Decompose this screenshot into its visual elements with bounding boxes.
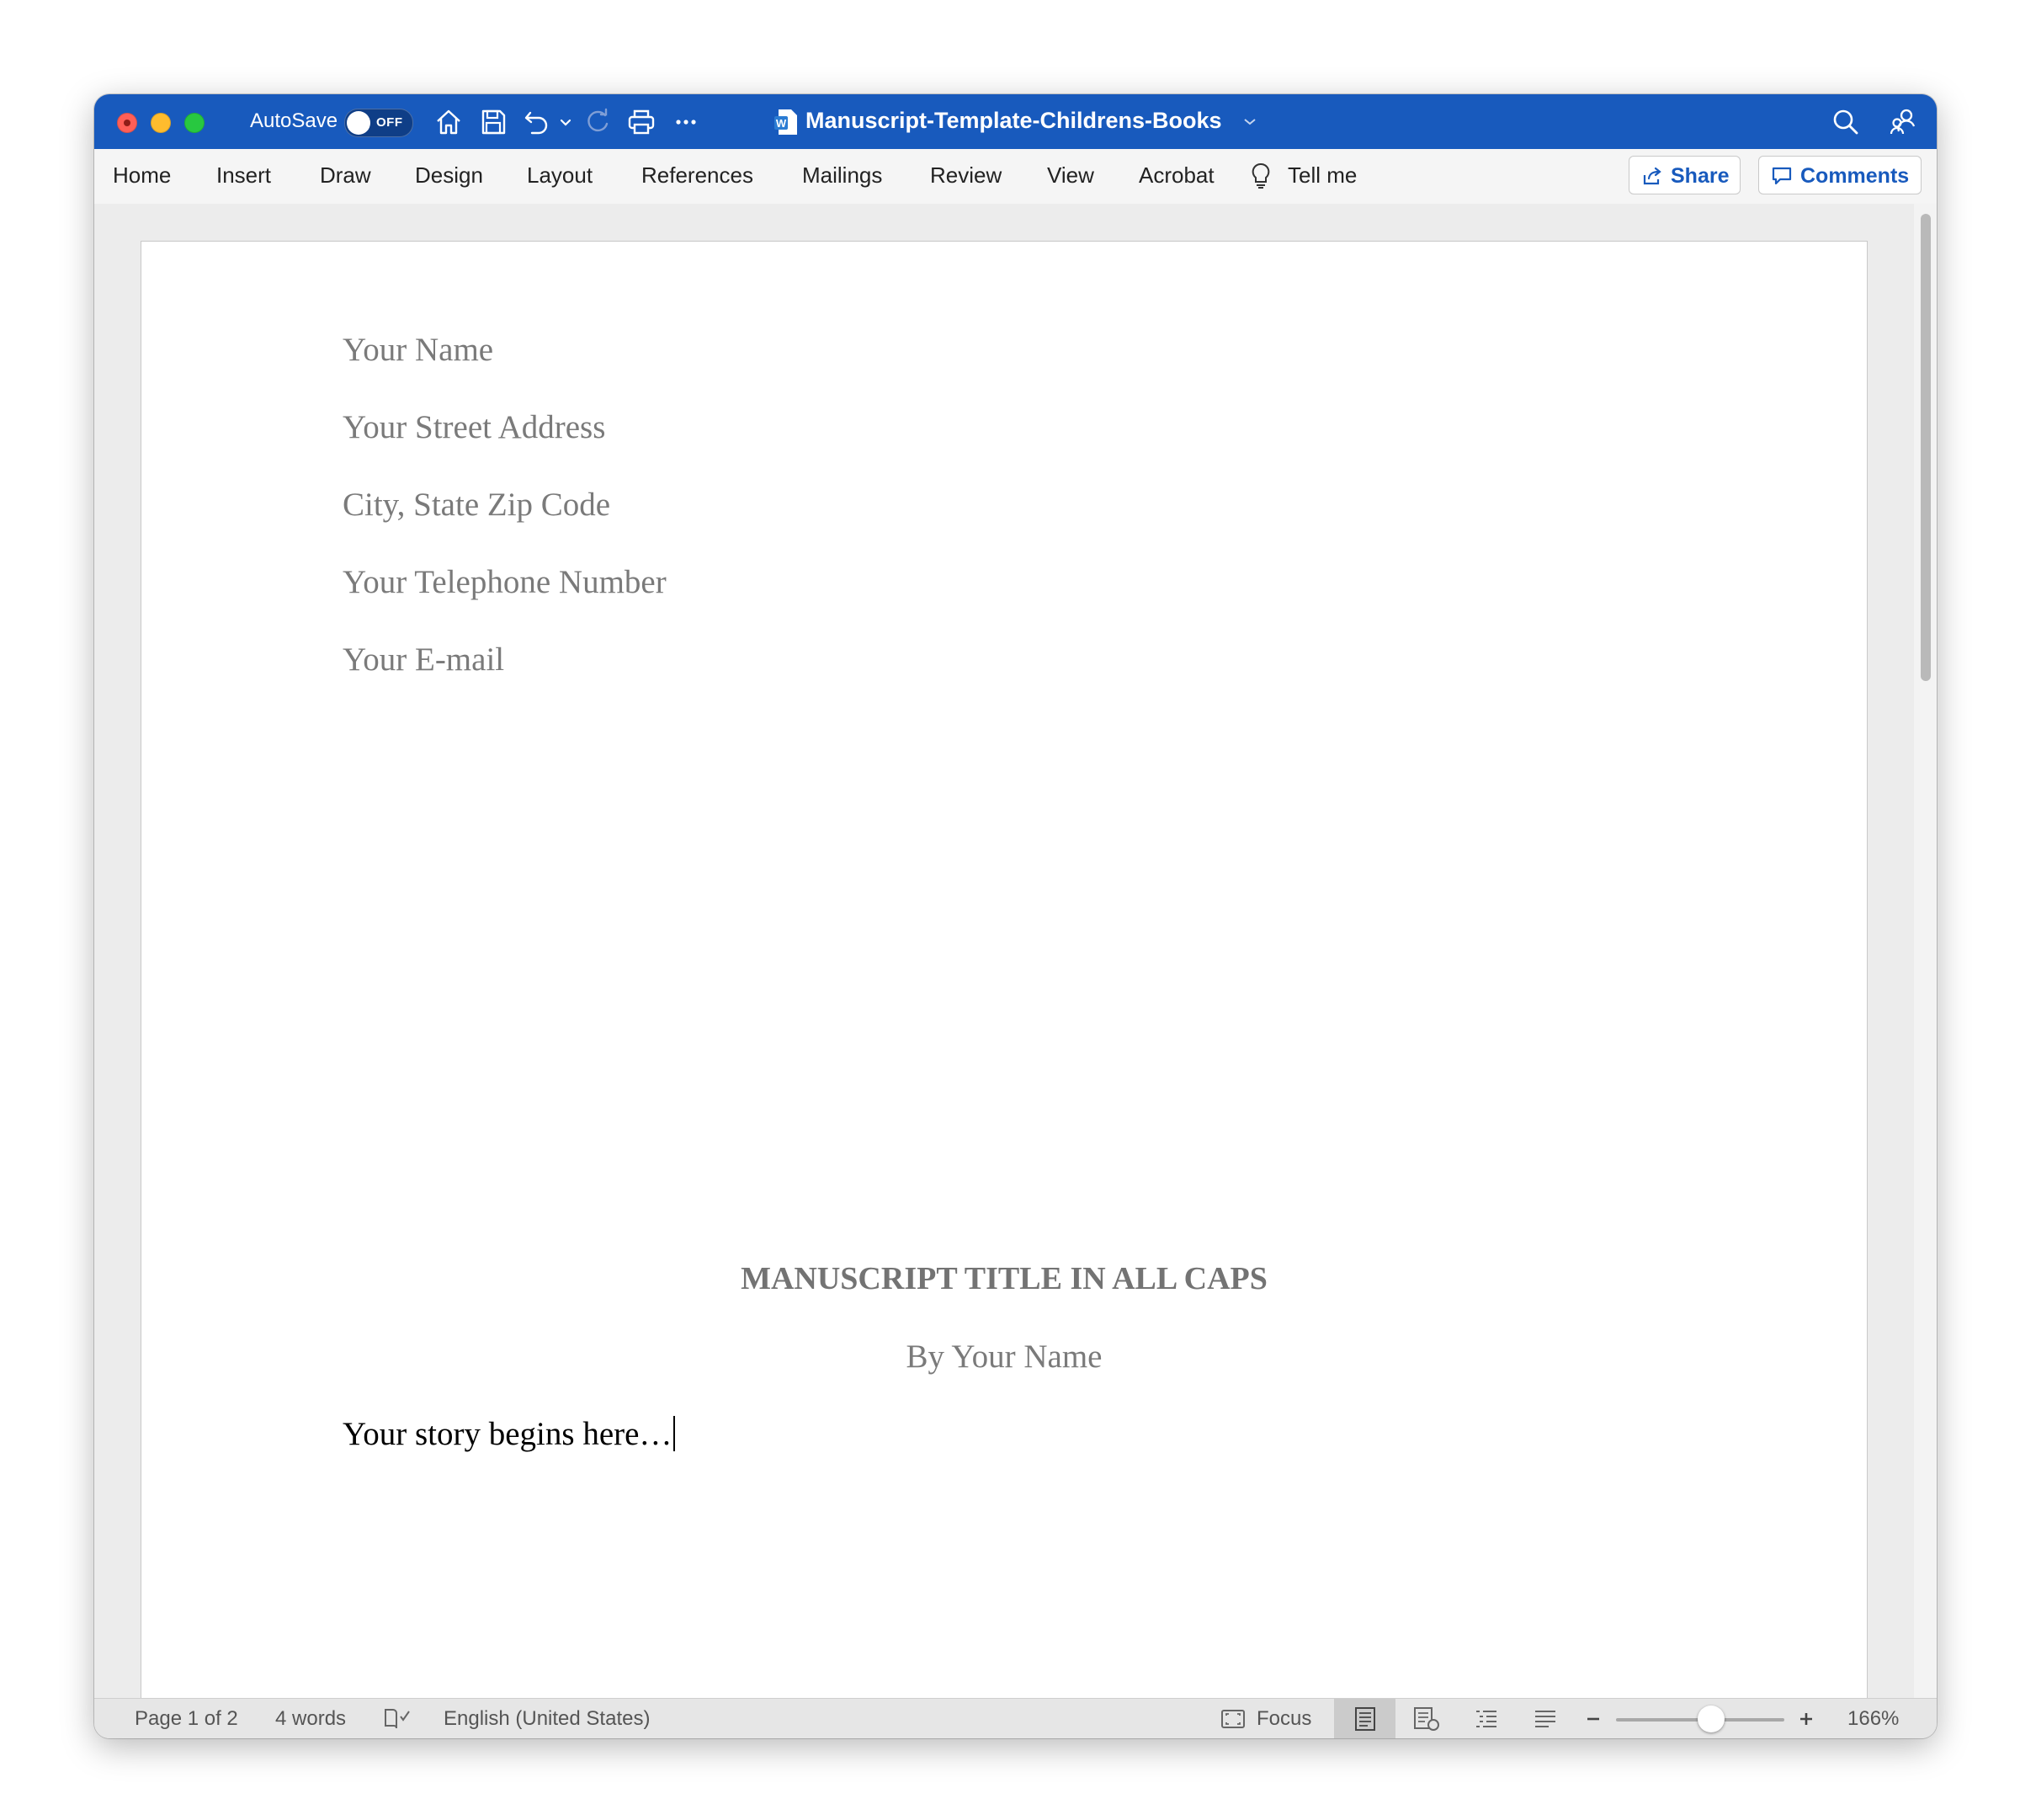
word-count[interactable]: 4 words (275, 1707, 346, 1731)
ribbon-tab-bar: Home Insert Draw Design Layout Reference… (94, 149, 1937, 205)
tab-review[interactable]: Review (930, 162, 1002, 189)
comment-icon (1772, 167, 1792, 185)
more-icon[interactable] (671, 107, 701, 137)
tab-references[interactable]: References (641, 162, 753, 189)
zoom-window-button[interactable] (184, 113, 205, 133)
comments-button[interactable]: Comments (1758, 156, 1922, 194)
manuscript-title[interactable]: MANUSCRIPT TITLE IN ALL CAPS (141, 1260, 1867, 1297)
contact-telephone[interactable]: Your Telephone Number (343, 563, 667, 601)
page-count[interactable]: Page 1 of 2 (135, 1707, 238, 1731)
tab-design[interactable]: Design (415, 162, 483, 189)
zoom-level[interactable]: 166% (1847, 1707, 1899, 1731)
tell-me-search[interactable]: Tell me (1288, 162, 1357, 189)
web-layout-icon[interactable] (1412, 1706, 1441, 1732)
contact-email[interactable]: Your E-mail (343, 641, 504, 679)
language-status[interactable]: English (United States) (444, 1707, 650, 1731)
story-paragraph[interactable]: Your story begins here… (343, 1415, 676, 1453)
share-people-icon[interactable] (1888, 107, 1918, 137)
undo-dropdown-chevron-icon[interactable] (556, 107, 576, 137)
svg-text:W: W (776, 117, 787, 130)
minimize-window-button[interactable] (151, 113, 171, 133)
document-title[interactable]: Manuscript-Template-Childrens-Books (805, 108, 1222, 134)
autosave-label: AutoSave (250, 109, 338, 132)
close-window-button[interactable] (117, 113, 137, 133)
tab-home[interactable]: Home (113, 162, 171, 189)
toggle-knob (347, 111, 370, 135)
share-button[interactable]: Share (1629, 156, 1741, 194)
lightbulb-icon (1252, 162, 1270, 189)
proofing-book-icon[interactable] (383, 1706, 412, 1732)
undo-icon[interactable] (522, 107, 552, 137)
autosave-toggle[interactable]: OFF (344, 109, 413, 137)
byline[interactable]: By Your Name (141, 1338, 1867, 1376)
text-cursor (673, 1416, 676, 1451)
title-chevron-icon[interactable] (1239, 110, 1261, 132)
zoom-slider-knob[interactable] (1698, 1706, 1725, 1732)
save-icon[interactable] (478, 107, 508, 137)
autosave-state: OFF (376, 115, 403, 130)
document-canvas: Your Name Your Street Address City, Stat… (94, 204, 1914, 1699)
word-window: AutoSave OFF W Manuscript-Template-Child… (94, 94, 1937, 1738)
story-text: Your story begins here… (343, 1416, 672, 1452)
tab-draw[interactable]: Draw (320, 162, 371, 189)
document-page[interactable]: Your Name Your Street Address City, Stat… (141, 241, 1868, 1699)
word-document-icon: W (774, 109, 797, 135)
contact-name[interactable]: Your Name (343, 331, 493, 369)
zoom-out-icon[interactable] (1583, 1706, 1603, 1732)
comments-label: Comments (1800, 164, 1910, 188)
tab-mailings[interactable]: Mailings (802, 162, 882, 189)
focus-label[interactable]: Focus (1257, 1707, 1311, 1731)
print-layout-view-button[interactable] (1334, 1699, 1395, 1738)
tab-insert[interactable]: Insert (216, 162, 271, 189)
draft-view-icon[interactable] (1532, 1706, 1559, 1732)
focus-icon[interactable] (1220, 1706, 1247, 1732)
share-label: Share (1671, 164, 1730, 188)
print-layout-icon (1355, 1707, 1375, 1731)
tab-layout[interactable]: Layout (527, 162, 593, 189)
share-icon (1643, 167, 1661, 185)
zoom-in-icon[interactable] (1796, 1706, 1816, 1732)
status-bar: Page 1 of 2 4 words English (United Stat… (94, 1698, 1937, 1738)
scrollbar-thumb[interactable] (1921, 214, 1931, 681)
title-bar: AutoSave OFF W Manuscript-Template-Child… (94, 94, 1937, 149)
home-icon[interactable] (433, 107, 464, 137)
redo-icon[interactable] (582, 107, 613, 137)
print-icon[interactable] (626, 107, 656, 137)
search-icon[interactable] (1831, 107, 1861, 137)
outline-view-icon[interactable] (1473, 1706, 1500, 1732)
contact-city-state-zip[interactable]: City, State Zip Code (343, 486, 610, 524)
tab-view[interactable]: View (1047, 162, 1094, 189)
tab-acrobat[interactable]: Acrobat (1139, 162, 1215, 189)
contact-street-address[interactable]: Your Street Address (343, 408, 605, 446)
vertical-scrollbar[interactable] (1914, 204, 1937, 1698)
